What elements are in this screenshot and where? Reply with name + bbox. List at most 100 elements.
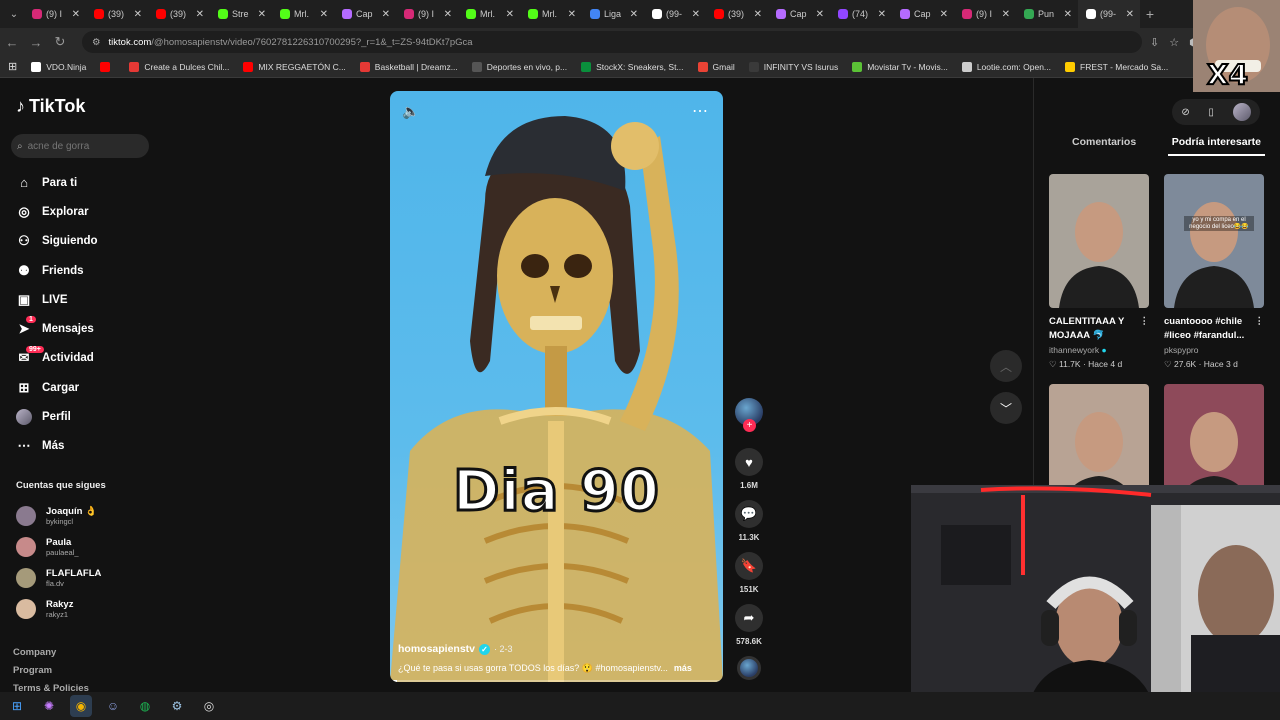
sidebar-item[interactable]: ✉ 99+ Actividad — [16, 344, 166, 373]
obs-icon[interactable]: ◎ — [198, 695, 220, 717]
browser-tab[interactable]: Mrl. ✕ — [458, 0, 520, 28]
sidebar-item[interactable]: ⋯ Más — [16, 432, 166, 461]
tab-close-icon[interactable]: ✕ — [816, 9, 824, 20]
bookmark-item[interactable]: FREST - Mercado Sa... — [1065, 61, 1168, 72]
sidebar-item[interactable]: ⌂ Para ti — [16, 168, 166, 197]
video-thumbnail[interactable] — [1049, 174, 1149, 308]
site-info-icon[interactable]: ⚙ — [92, 37, 101, 48]
following-account[interactable]: FLAFLAFLA fla.dv — [16, 562, 101, 593]
bookmark-item[interactable]: StockX: Sneakers, St... — [581, 61, 684, 72]
video-thumbnail[interactable]: yo y mi compa en el negocio del liceo😂😂 — [1164, 174, 1264, 308]
rec-author[interactable]: ithannewyork — [1049, 345, 1099, 355]
device-icon[interactable]: ▯ — [1208, 107, 1214, 118]
browser-tab[interactable]: Cap ✕ — [768, 0, 830, 28]
spotify-icon[interactable]: ◍ — [134, 695, 156, 717]
copilot-icon[interactable]: ✺ — [38, 695, 60, 717]
chrome-icon[interactable]: ◉ — [70, 695, 92, 717]
tab-close-icon[interactable]: ✕ — [692, 9, 700, 20]
search-input[interactable] — [27, 140, 138, 152]
rec-author[interactable]: pkspypro — [1164, 345, 1199, 355]
tab-close-icon[interactable]: ✕ — [1064, 9, 1072, 20]
tab-close-icon[interactable]: ✕ — [878, 9, 886, 20]
bookmark-item[interactable]: VDO.Ninja — [31, 61, 86, 72]
following-account[interactable]: Paula paulaeal_ — [16, 531, 101, 562]
bookmark-item[interactable] — [100, 61, 115, 72]
creator-avatar[interactable]: + — [735, 398, 763, 432]
sidebar-item[interactable]: ⚉ Friends — [16, 256, 166, 285]
browser-tab[interactable]: (9) I ✕ — [396, 0, 458, 28]
bookmark-item[interactable]: Lootie.com: Open... — [961, 61, 1051, 72]
previous-video-button[interactable]: ︿ — [990, 350, 1022, 382]
bookmark-star-icon[interactable]: ☆ — [1169, 36, 1179, 49]
browser-tab[interactable]: (39) ✕ — [148, 0, 210, 28]
browser-tab[interactable]: (74) ✕ — [830, 0, 892, 28]
tab-close-icon[interactable]: ✕ — [72, 9, 80, 20]
forward-icon[interactable]: → — [24, 35, 48, 50]
apps-grid-icon[interactable]: ⊞ — [8, 60, 17, 73]
tab-close-icon[interactable]: ✕ — [754, 9, 762, 20]
tab-close-icon[interactable]: ✕ — [1126, 9, 1134, 20]
comment-icon[interactable]: 💬 — [735, 500, 763, 528]
video-author[interactable]: homosapienstv — [398, 643, 475, 655]
tab-close-icon[interactable]: ✕ — [1002, 9, 1010, 20]
tab-close-icon[interactable]: ✕ — [134, 9, 142, 20]
new-tab-button[interactable]: + — [1140, 6, 1160, 22]
bookmark-item[interactable]: Movistar Tv - Movis... — [852, 61, 948, 72]
tab-close-icon[interactable]: ✕ — [568, 9, 576, 20]
caption-more-link[interactable]: más — [674, 663, 692, 674]
browser-tab[interactable]: (99- ✕ — [1078, 0, 1140, 28]
sidebar-item[interactable]: ➤ 1 Mensajes — [16, 314, 166, 343]
tab-search-icon[interactable]: ⌄ — [4, 0, 24, 28]
browser-tab[interactable]: Liga ✕ — [582, 0, 644, 28]
recommended-video[interactable]: yo y mi compa en el negocio del liceo😂😂 c… — [1164, 174, 1264, 384]
music-disc-icon[interactable] — [737, 656, 761, 680]
browser-tab[interactable]: Cap ✕ — [892, 0, 954, 28]
browser-tab[interactable]: (39) ✕ — [706, 0, 768, 28]
bookmark-item[interactable]: INFINITY VS Isurus — [748, 61, 838, 72]
volume-icon[interactable]: 🔈 — [402, 103, 419, 120]
tab-comments[interactable]: Comentarios — [1050, 136, 1154, 156]
browser-tab[interactable]: Mrl. ✕ — [272, 0, 334, 28]
install-app-icon[interactable]: ⇩ — [1150, 36, 1159, 49]
sidebar-item[interactable]: ⊞ Cargar — [16, 373, 166, 402]
browser-tab[interactable]: Cap ✕ — [334, 0, 396, 28]
sidebar-item[interactable]: Perfil — [16, 402, 166, 431]
following-account[interactable]: Rakyz rakyz1 — [16, 593, 101, 624]
video-player[interactable]: 🔈 ⋯ Dia 90 homosapienstv ✓ · 2-3 ¿Qué te… — [390, 91, 723, 682]
video-options-icon[interactable]: ⋯ — [692, 101, 709, 121]
back-icon[interactable]: ← — [0, 35, 24, 50]
tab-recommended[interactable]: Podría interesarte — [1167, 136, 1265, 156]
bookmark-item[interactable]: Basketball | Dreamz... — [359, 61, 458, 72]
steam-icon[interactable]: ⚙ — [166, 695, 188, 717]
browser-tab[interactable]: (9) I ✕ — [954, 0, 1016, 28]
browser-tab[interactable]: (39) ✕ — [86, 0, 148, 28]
bookmark-item[interactable]: Gmail — [697, 61, 735, 72]
sidebar-item[interactable]: ◎ Explorar — [16, 197, 166, 226]
browser-tab[interactable]: Pun ✕ — [1016, 0, 1078, 28]
browser-tab[interactable]: (99- ✕ — [644, 0, 706, 28]
tab-close-icon[interactable]: ✕ — [320, 9, 328, 20]
recommended-video[interactable]: CALENTITAAA Y MOJAAA 🐬 ⋮ ithannewyork ● ♡ 1… — [1049, 174, 1149, 384]
tab-close-icon[interactable]: ✕ — [940, 9, 948, 20]
follow-plus-icon[interactable]: + — [743, 419, 756, 432]
search-box[interactable]: ⌕ — [11, 134, 149, 158]
tab-close-icon[interactable]: ✕ — [506, 9, 514, 20]
browser-tab[interactable]: Mrl. ✕ — [520, 0, 582, 28]
url-bar[interactable]: ⚙ tiktok.com /@homosapienstv/video/76027… — [82, 31, 1142, 53]
tiktok-logo[interactable]: ♪ TikTok — [16, 96, 85, 117]
share-icon[interactable]: ➦ — [735, 604, 763, 632]
tab-close-icon[interactable]: ✕ — [444, 9, 452, 20]
reload-icon[interactable]: ↻ — [48, 34, 72, 50]
bookmark-item[interactable]: MIX REGGAETÓN C... — [243, 61, 346, 72]
bookmark-icon[interactable]: 🔖 — [735, 552, 763, 580]
like-icon[interactable]: ♥ — [735, 448, 763, 476]
browser-tab[interactable]: Stre ✕ — [210, 0, 272, 28]
video-progress-bar[interactable] — [390, 680, 723, 682]
tab-close-icon[interactable]: ✕ — [258, 9, 266, 20]
bookmark-item[interactable]: Create a Dulces Chil... — [129, 61, 229, 72]
following-account[interactable]: Joaquín 👌 bykingcl — [16, 500, 101, 531]
discord-icon[interactable]: ☺ — [102, 695, 124, 717]
bookmark-item[interactable]: Deportes en vivo, p... — [471, 61, 567, 72]
tab-close-icon[interactable]: ✕ — [382, 9, 390, 20]
next-video-button[interactable]: ﹀ — [990, 392, 1022, 424]
